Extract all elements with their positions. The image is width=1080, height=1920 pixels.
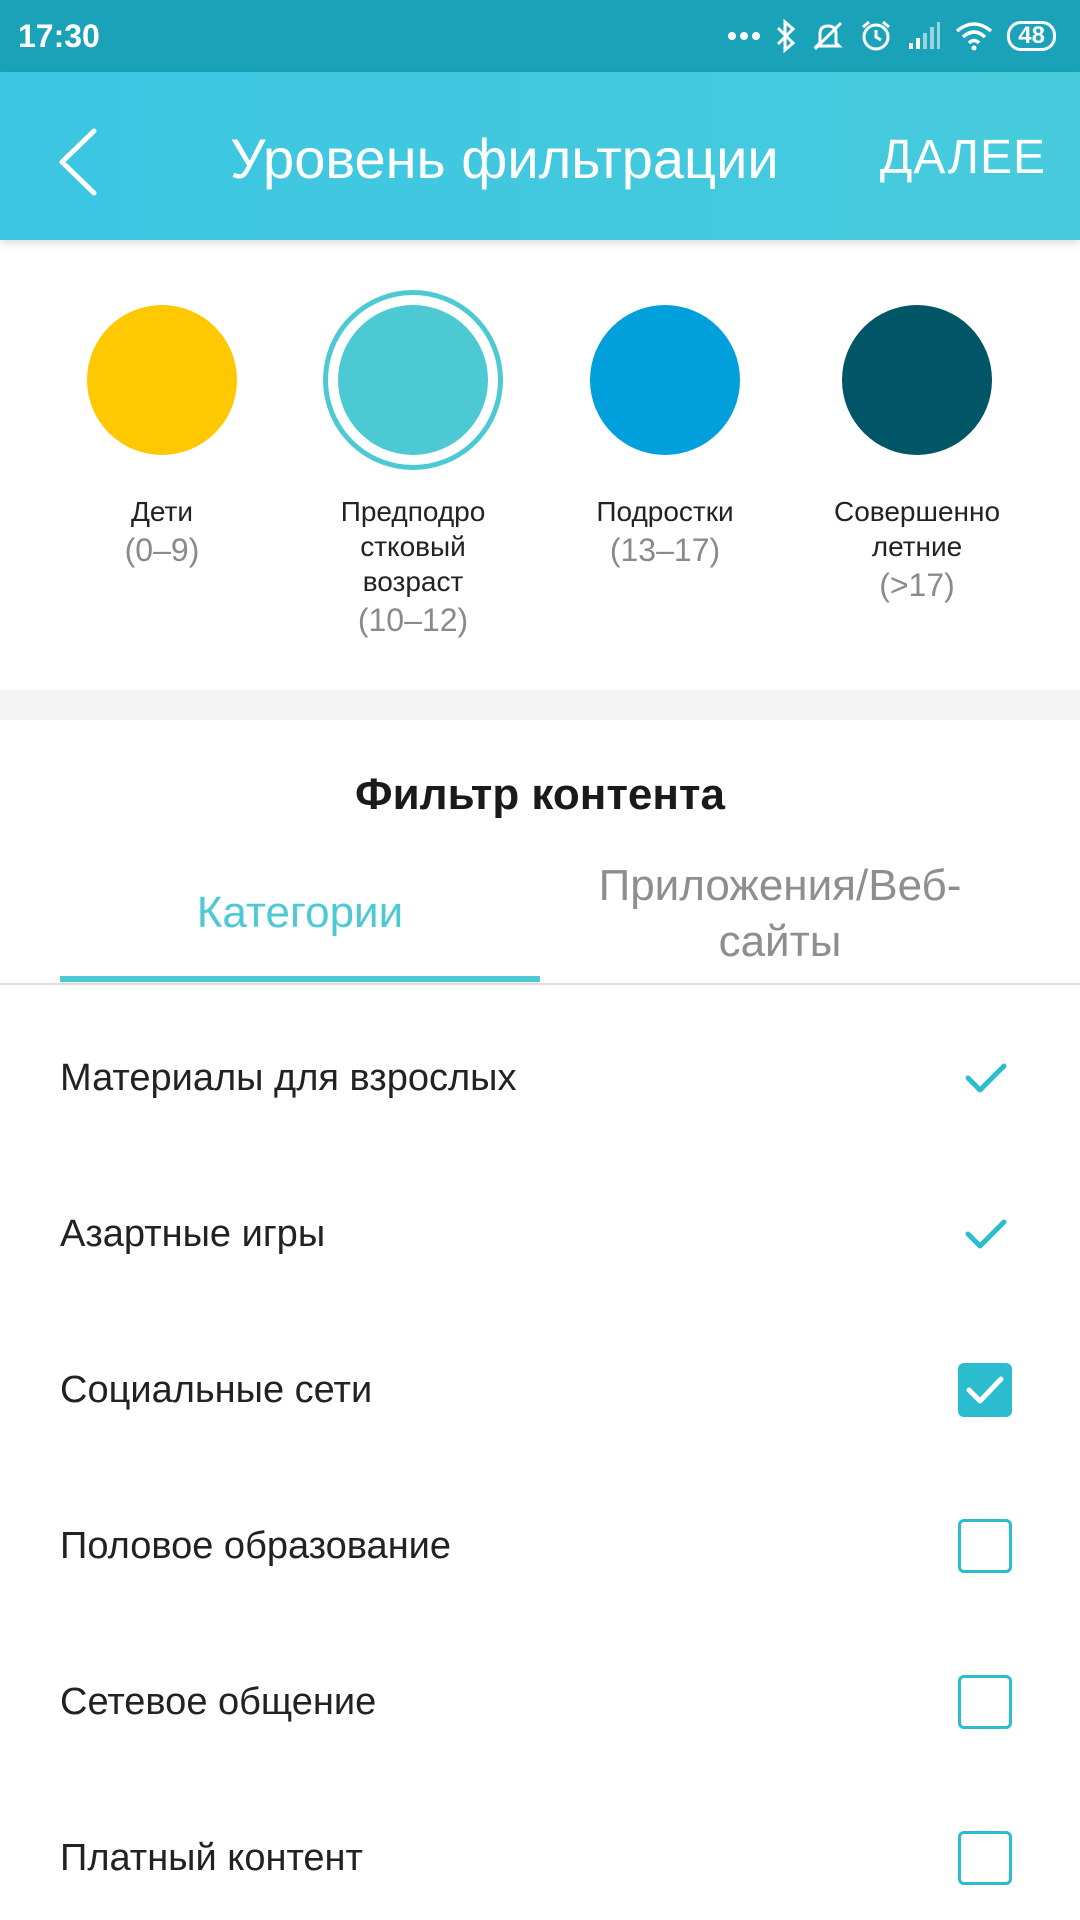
filter-level-selector: Дети (0–9) Предподро стковый возраст (10…: [0, 240, 1080, 690]
category-row-gambling[interactable]: Азартные игры: [0, 1156, 1080, 1312]
category-row-sex-education[interactable]: Половое образование: [0, 1468, 1080, 1624]
next-button[interactable]: ДАЛЕЕ: [880, 130, 1046, 185]
app-bar: Уровень фильтрации ДАЛЕЕ: [0, 72, 1080, 240]
category-label: Азартные игры: [60, 1212, 326, 1255]
level-children[interactable]: Дети (0–9): [42, 240, 282, 569]
tab-categories[interactable]: Категории: [60, 888, 540, 938]
category-row-paid-content[interactable]: Платный контент: [0, 1780, 1080, 1920]
battery-icon: 48: [1007, 21, 1056, 51]
checkbox[interactable]: [958, 1675, 1012, 1729]
alarm-icon: [859, 19, 893, 53]
level-range: (13–17): [609, 532, 721, 568]
chevron-left-icon: [59, 128, 97, 196]
back-button[interactable]: [56, 122, 116, 202]
status-icons: 48: [727, 19, 1056, 53]
level-name: Предподро стковый возраст: [340, 496, 486, 597]
checkbox[interactable]: [958, 1831, 1012, 1885]
wifi-icon: [955, 21, 993, 51]
category-label: Половое образование: [60, 1524, 452, 1567]
page-title: Уровень фильтрации: [230, 127, 779, 190]
category-row-social[interactable]: Социальные сети: [0, 1312, 1080, 1468]
section-divider: [0, 690, 1080, 720]
category-label: Материалы для взрослых: [60, 1056, 517, 1099]
tab-apps-websites[interactable]: Приложения/Веб- сайты: [540, 858, 1020, 970]
check-icon: [960, 1052, 1012, 1104]
signal-icon: [907, 21, 941, 51]
level-circle[interactable]: [590, 305, 740, 455]
level-range: (>17): [879, 567, 955, 603]
checkbox-checked[interactable]: [958, 1363, 1012, 1417]
level-circle[interactable]: [842, 305, 992, 455]
level-name: Дети: [130, 496, 194, 527]
level-circle[interactable]: [338, 305, 488, 455]
more-dots-icon: [727, 30, 761, 42]
category-label: Социальные сети: [60, 1368, 373, 1411]
level-circle[interactable]: [87, 305, 237, 455]
status-bar: 17:30 48: [0, 0, 1080, 72]
level-range: (0–9): [124, 532, 200, 568]
category-row-online-communication[interactable]: Сетевое общение: [0, 1624, 1080, 1780]
level-range: (10–12): [357, 602, 469, 638]
mute-icon: [811, 19, 845, 53]
check-icon: [960, 1208, 1012, 1260]
section-title: Фильтр контента: [355, 770, 725, 819]
level-name: Подростки: [596, 496, 734, 527]
bluetooth-icon: [775, 19, 797, 53]
category-label: Сетевое общение: [60, 1680, 377, 1723]
check-icon: [966, 1376, 1004, 1404]
level-teens[interactable]: Подростки (13–17): [545, 240, 785, 569]
status-time: 17:30: [18, 17, 100, 54]
filter-tabs: Категории Приложения/Веб- сайты: [0, 850, 1080, 985]
level-adults[interactable]: Совершенно летние (>17): [797, 240, 1037, 604]
category-row-adult[interactable]: Материалы для взрослых: [0, 1000, 1080, 1156]
category-label: Платный контент: [60, 1836, 363, 1879]
checkbox[interactable]: [958, 1519, 1012, 1573]
active-tab-indicator: [60, 976, 540, 982]
level-name: Совершенно летние: [833, 496, 1001, 562]
category-list: Материалы для взрослых Азартные игры Соц…: [0, 1000, 1080, 1920]
level-preteen[interactable]: Предподро стковый возраст (10–12): [293, 240, 533, 639]
